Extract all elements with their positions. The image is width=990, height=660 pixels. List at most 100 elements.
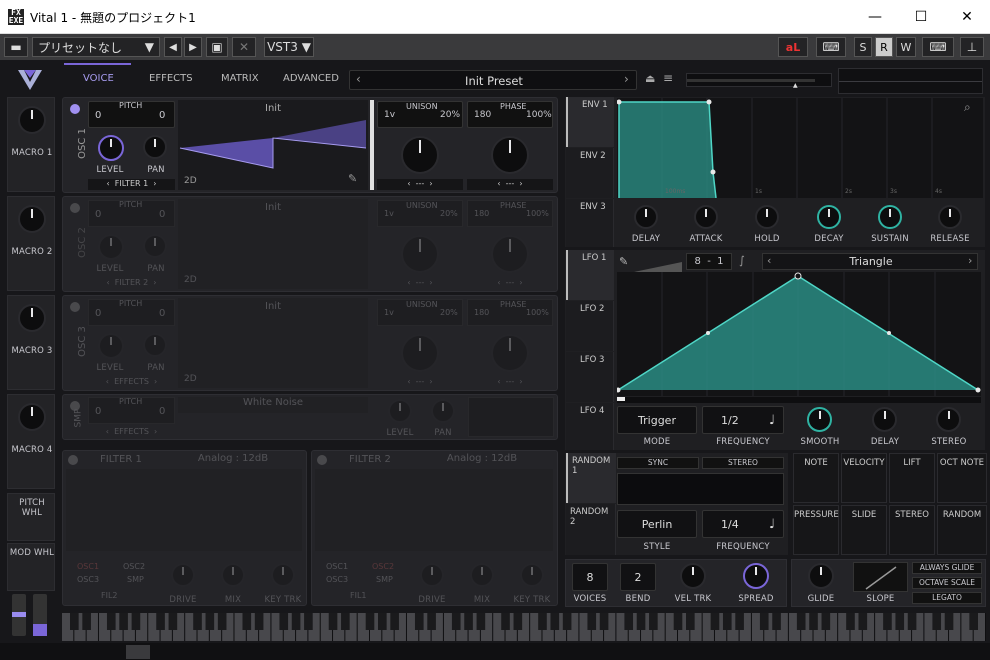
filter-1-mix-knob[interactable] [221,563,245,587]
lfo-3-tab[interactable]: LFO 3 [566,352,614,402]
black-key[interactable] [587,613,597,630]
black-key[interactable] [895,613,905,630]
mod-note[interactable]: NOTE [793,453,839,503]
black-key[interactable] [476,613,486,630]
lfo-paint-icon[interactable]: ∫ [739,254,745,267]
osc-2-wavetable[interactable]: Init 2D [178,199,368,289]
osc-3-phase[interactable]: 180 PHASE 100% [467,299,553,326]
black-key[interactable] [858,613,868,630]
osc-1-enable[interactable] [70,104,80,114]
osc-1-phase-value[interactable]: 180 [474,110,491,120]
volume-marker[interactable]: ▲ [793,82,798,89]
pitch-wheel-slot[interactable]: PITCH WHL [7,493,55,541]
piano-keyboard[interactable] [62,613,986,641]
black-key[interactable] [735,613,744,630]
filter-1-route[interactable]: FIL2 [101,591,118,600]
lfo-1-tab[interactable]: LFO 1 [566,250,614,300]
minimize-button[interactable]: — [852,0,898,34]
osc-3-unison-voices[interactable]: 1v [384,308,394,317]
osc-1-wavetable[interactable]: Init 2D ✎ [178,100,368,190]
osc-2-unison-detune[interactable]: 20% [440,209,458,218]
filter-1-keytrk-knob[interactable] [271,563,295,587]
sample-options[interactable] [468,397,554,437]
black-key[interactable] [193,613,202,630]
osc-2-phase[interactable]: 180 PHASE 100% [467,200,553,227]
lfo-phase-bar[interactable] [617,397,981,403]
legato-toggle[interactable]: LEGATO [912,592,982,604]
filter-1-src-osc3[interactable]: OSC3 [77,575,99,584]
osc-2-unison-voices[interactable]: 1v [384,209,394,218]
filter-1-drive-knob[interactable] [171,563,195,587]
preset-browser[interactable]: ‹ Init Preset › [349,70,637,90]
macro-3[interactable]: MACRO 3 [7,295,55,390]
osc-1-mode[interactable]: 2D [184,176,197,186]
black-key[interactable] [254,613,264,630]
black-key[interactable] [390,613,399,630]
tab-voice[interactable]: VOICE [83,73,114,84]
lfo-edit-icon[interactable]: ✎ [619,255,628,268]
next-preset-button[interactable]: ▶ [184,37,202,57]
black-key[interactable] [427,613,436,630]
osc-3-enable[interactable] [70,302,80,312]
lfo-smooth-bar[interactable] [634,257,682,272]
osc-3-phase-random[interactable]: 100% [526,308,549,317]
sample-level-knob[interactable] [388,399,412,423]
menu-icon[interactable]: ▬ [4,37,28,57]
lfo-grid-size[interactable]: 8 - 1 [686,253,732,270]
osc-1-unison-knob[interactable] [401,136,439,174]
black-key[interactable] [82,613,91,630]
black-key[interactable] [70,613,79,630]
black-key[interactable] [291,613,301,630]
filter-2-mix-knob[interactable] [470,563,494,587]
env-1-tab[interactable]: ENV 1 [566,97,614,147]
env-3-tab[interactable]: ENV 3 [566,199,614,247]
black-key[interactable] [673,613,683,630]
lfo-stereo-knob[interactable] [936,407,961,432]
env-graph[interactable]: 100ms 1s 2s 3s 4s ⌕ [616,98,983,199]
black-key[interactable] [451,613,461,630]
close-plugin-icon[interactable]: ✕ [232,37,256,57]
osc-3-mode[interactable]: 2D [184,374,197,384]
osc-2-destination[interactable]: ‹ FILTER 2 › [88,278,175,289]
osc-2-pitch-tune[interactable]: 0 [159,209,165,220]
black-key[interactable] [969,613,978,630]
osc-1-unison[interactable]: 1v UNISON 20% [377,101,463,128]
spread-knob[interactable] [743,563,769,589]
always-glide-toggle[interactable]: ALWAYS GLIDE [912,562,982,574]
osc-1-destination[interactable]: ‹ FILTER 1 › [88,179,175,190]
osc-2-unison[interactable]: 1v UNISON 20% [377,200,463,227]
osc-1-pitch-tune[interactable]: 0 [159,110,165,121]
filter-2-src-osc3[interactable]: OSC3 [326,575,348,584]
prev-preset-button[interactable]: ◀ [164,37,182,57]
pin-icon[interactable]: ⊥ [960,37,984,57]
black-key[interactable] [649,613,658,630]
osc-2-level-knob[interactable] [98,234,124,260]
keyboard-icon-2[interactable]: ⌨ [922,37,954,57]
osc-3-level-knob[interactable] [98,333,124,359]
black-key[interactable] [365,613,375,630]
black-key[interactable] [106,613,116,630]
black-key[interactable] [846,613,855,630]
osc-3-phase-knob[interactable] [491,334,529,372]
preset-next-icon[interactable]: › [624,72,629,86]
env-sustain-knob[interactable] [878,205,902,229]
black-key[interactable] [217,613,227,630]
lfo-graph[interactable] [615,272,981,396]
mod-slide[interactable]: SLIDE [841,505,887,555]
glide-knob[interactable] [808,563,834,589]
w-button[interactable]: W [896,37,916,57]
env-hold-knob[interactable] [755,205,779,229]
osc-2-mode[interactable]: 2D [184,275,197,285]
osc-1-phase-random[interactable]: 100% [526,110,552,120]
black-key[interactable] [821,613,831,630]
osc-3-pitch-tune[interactable]: 0 [159,308,165,319]
black-key[interactable] [624,613,634,630]
mod-wheel[interactable] [33,594,47,636]
black-key[interactable] [156,613,165,630]
lfo-mode-select[interactable]: Trigger [617,406,697,434]
filter-1-src-osc2[interactable]: OSC2 [123,562,145,571]
pencil-icon[interactable]: ✎ [348,172,357,185]
mod-velocity[interactable]: VELOCITY [841,453,887,503]
filter-2-keytrk-knob[interactable] [520,563,544,587]
osc-3-phase-value[interactable]: 180 [474,308,489,317]
